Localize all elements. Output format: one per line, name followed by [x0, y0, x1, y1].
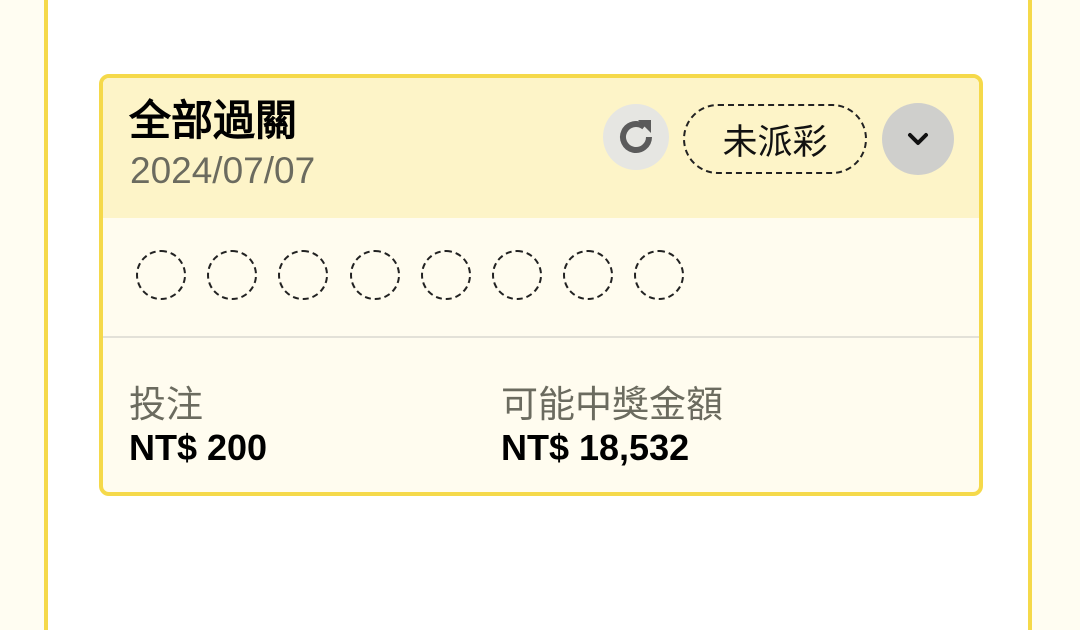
stake-value: NT$ 200 [129, 427, 268, 468]
bet-type-title: 全部過關 [129, 97, 298, 144]
refresh-icon [620, 120, 652, 153]
expand-button[interactable] [882, 103, 954, 175]
selection-slot [278, 250, 329, 300]
status-badge: 未派彩 [683, 104, 867, 174]
potential-payout-value: NT$ 18,532 [501, 427, 690, 468]
bet-card-header: 全部過關 2024/07/07 未派彩 [103, 78, 979, 218]
stake-label: 投注 [129, 384, 203, 425]
chevron-down-icon [908, 133, 928, 145]
bet-date: 2024/07/07 [130, 150, 316, 191]
selection-slot [207, 250, 258, 300]
selection-slot [136, 250, 186, 300]
selection-slot [634, 250, 685, 300]
refresh-button[interactable] [603, 104, 669, 170]
selection-slots [103, 218, 979, 338]
selection-slot [349, 250, 400, 300]
potential-payout-label: 可能中獎金額 [501, 384, 723, 425]
bet-card: 全部過關 2024/07/07 未派彩 投注 NT$ 200 可能中獎金額 NT… [99, 74, 983, 496]
selection-slot [492, 250, 542, 300]
selection-slot [563, 250, 614, 300]
selection-slot [420, 250, 471, 300]
